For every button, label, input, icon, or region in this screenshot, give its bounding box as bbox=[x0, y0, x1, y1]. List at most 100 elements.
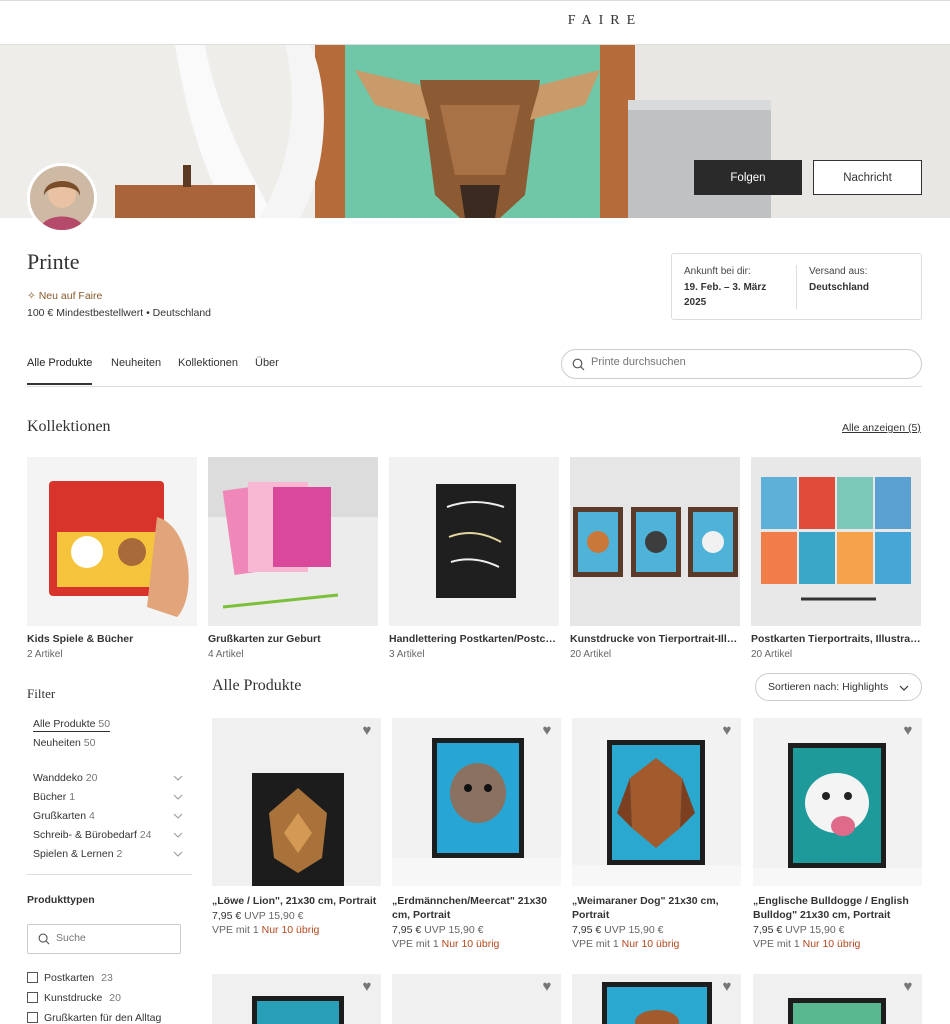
filter-new-arrivals[interactable]: Neuheiten 50 bbox=[33, 737, 95, 749]
checkbox[interactable] bbox=[27, 972, 38, 983]
product-image: ♥ bbox=[212, 718, 381, 886]
arrival-label: Ankunft bei dir: bbox=[684, 266, 751, 277]
product-image: ♥ bbox=[753, 974, 922, 1024]
show-all-collections-link[interactable]: Alle anzeigen (5) bbox=[842, 422, 921, 434]
product-name[interactable]: „Weimaraner Dog" 21x30 cm, Portrait bbox=[572, 894, 741, 922]
product-image: ♥ bbox=[753, 718, 922, 886]
chevron-down-icon bbox=[899, 685, 909, 691]
search-icon bbox=[572, 358, 585, 371]
collection-image bbox=[570, 457, 740, 626]
filter-all-products[interactable]: Alle Produkte 50 bbox=[33, 718, 111, 732]
shop-search[interactable] bbox=[561, 349, 922, 379]
collection-count: 20 Artikel bbox=[570, 649, 612, 660]
tab-all-products[interactable]: Alle Produkte bbox=[27, 357, 93, 385]
collection-name: Kunstdrucke von Tierportrait-Illu... bbox=[570, 633, 740, 645]
tab-about[interactable]: Über bbox=[255, 357, 279, 383]
product-image: ♥ bbox=[392, 718, 561, 886]
filter-category-grusskarten[interactable]: Grußkarten 4 bbox=[33, 810, 95, 822]
chevron-down-icon[interactable] bbox=[173, 849, 183, 859]
checkbox[interactable] bbox=[27, 992, 38, 1003]
product-name[interactable]: „Löwe / Lion", 21x30 cm, Portrait bbox=[212, 894, 381, 908]
search-input[interactable] bbox=[591, 356, 911, 368]
product-type-search-input[interactable] bbox=[56, 932, 171, 944]
collection-name: Kids Spiele & Bücher bbox=[27, 633, 134, 645]
checkbox[interactable] bbox=[27, 1012, 38, 1023]
search-icon bbox=[38, 933, 50, 945]
product-types-title: Produkttypen bbox=[27, 894, 95, 906]
product-card[interactable]: ♥ bbox=[212, 974, 381, 1024]
collection-card[interactable]: Kids Spiele & Bücher 2 Artikel bbox=[27, 457, 197, 660]
product-card[interactable]: ♥ „Löwe / Lion", 21x30 cm, Portrait 7,95… bbox=[212, 718, 381, 936]
collection-name: Grußkarten zur Geburt bbox=[208, 633, 321, 645]
product-card[interactable]: ♥ „Weimaraner Dog" 21x30 cm, Portrait 7,… bbox=[572, 718, 741, 950]
sparkle-icon: ✧ bbox=[27, 290, 39, 302]
new-on-faire-badge: ✧ Neu auf Faire bbox=[27, 290, 103, 302]
shop-avatar bbox=[27, 163, 97, 233]
ships-from-label: Versand aus: bbox=[809, 266, 868, 277]
sort-dropdown[interactable]: Sortieren nach: Highlights bbox=[755, 673, 922, 701]
favorite-heart-icon[interactable]: ♥ bbox=[359, 723, 375, 738]
collection-card[interactable]: Postkarten Tierportraits, Illustrat... 2… bbox=[751, 457, 921, 660]
product-image: ♥ bbox=[392, 974, 561, 1024]
favorite-heart-icon[interactable]: ♥ bbox=[539, 979, 555, 994]
filter-category-spielen[interactable]: Spielen & Lernen 2 bbox=[33, 848, 122, 860]
shop-name: Printe bbox=[27, 249, 80, 274]
favorite-heart-icon[interactable]: ♥ bbox=[900, 979, 916, 994]
collection-card[interactable]: Handlettering Postkarten/Postca... 3 Art… bbox=[389, 457, 559, 660]
chevron-down-icon[interactable] bbox=[173, 830, 183, 840]
product-image: ♥ bbox=[572, 718, 741, 886]
collection-name: Postkarten Tierportraits, Illustrat... bbox=[751, 633, 921, 645]
chevron-down-icon[interactable] bbox=[173, 773, 183, 783]
product-type-search[interactable] bbox=[27, 924, 181, 954]
favorite-heart-icon[interactable]: ♥ bbox=[719, 723, 735, 738]
product-stock-info: VPE mit 1 Nur 10 übrig bbox=[753, 938, 861, 950]
product-image: ♥ bbox=[212, 974, 381, 1024]
collections-title: Kollektionen bbox=[27, 418, 111, 435]
message-button[interactable]: Nachricht bbox=[813, 160, 922, 195]
tab-new-arrivals[interactable]: Neuheiten bbox=[111, 357, 161, 383]
product-card[interactable]: ♥ „Erdmännchen/Meercat" 21x30 cm, Portra… bbox=[392, 718, 561, 950]
checkbox-grusskarten-alltag[interactable]: Grußkarten für den Alltag bbox=[27, 1012, 161, 1024]
product-card[interactable]: ♥ „Englische Bulldogge / English Bulldog… bbox=[753, 718, 922, 950]
favorite-heart-icon[interactable]: ♥ bbox=[719, 979, 735, 994]
collection-card[interactable]: Kunstdrucke von Tierportrait-Illu... 20 … bbox=[570, 457, 740, 660]
product-stock-info: VPE mit 1 Nur 10 übrig bbox=[572, 938, 680, 950]
checkbox-kunstdrucke[interactable]: Kunstdrucke 20 bbox=[27, 992, 121, 1004]
favorite-heart-icon[interactable]: ♥ bbox=[900, 723, 916, 738]
collection-name: Handlettering Postkarten/Postca... bbox=[389, 633, 559, 645]
filter-category-schreibbedarf[interactable]: Schreib- & Bürobedarf 24 bbox=[33, 829, 152, 841]
top-bar: FAIRE bbox=[0, 0, 950, 45]
checkbox-postkarten[interactable]: Postkarten 23 bbox=[27, 972, 113, 984]
tab-collections[interactable]: Kollektionen bbox=[178, 357, 238, 383]
collection-image bbox=[208, 457, 378, 626]
favorite-heart-icon[interactable]: ♥ bbox=[359, 979, 375, 994]
filter-title: Filter bbox=[27, 686, 56, 701]
product-stock-info: VPE mit 1 Nur 10 übrig bbox=[212, 924, 320, 936]
shop-banner-image bbox=[0, 45, 950, 218]
all-products-title: Alle Produkte bbox=[212, 677, 302, 694]
product-name[interactable]: „Erdmännchen/Meercat" 21x30 cm, Portrait bbox=[392, 894, 561, 922]
follow-button[interactable]: Folgen bbox=[694, 160, 802, 195]
filter-divider bbox=[27, 874, 192, 875]
chevron-down-icon[interactable] bbox=[173, 792, 183, 802]
ships-from-value: Deutschland bbox=[809, 282, 870, 293]
filter-category-buecher[interactable]: Bücher 1 bbox=[33, 791, 75, 803]
product-card[interactable]: ♥ bbox=[392, 974, 561, 1024]
product-card[interactable]: ♥ bbox=[753, 974, 922, 1024]
faire-logo[interactable]: FAIRE bbox=[0, 13, 950, 29]
collection-count: 20 Artikel bbox=[751, 649, 793, 660]
product-stock-info: VPE mit 1 Nur 10 übrig bbox=[392, 938, 500, 950]
product-name[interactable]: „Englische Bulldogge / English Bulldog" … bbox=[753, 894, 922, 922]
filter-category-wanddeko[interactable]: Wanddeko 20 bbox=[33, 772, 97, 784]
collection-image bbox=[27, 457, 197, 626]
collection-image bbox=[751, 457, 921, 626]
product-card[interactable]: ♥ bbox=[572, 974, 741, 1024]
favorite-heart-icon[interactable]: ♥ bbox=[539, 723, 555, 738]
collection-image bbox=[389, 457, 559, 626]
product-image: ♥ bbox=[572, 974, 741, 1024]
product-price: 7,95 € UVP 15,90 € bbox=[572, 924, 664, 936]
shipping-divider bbox=[796, 265, 797, 309]
shipping-info-box: Ankunft bei dir: 19. Feb. – 3. März 2025… bbox=[671, 253, 922, 320]
collection-card[interactable]: Grußkarten zur Geburt 4 Artikel bbox=[208, 457, 378, 660]
chevron-down-icon[interactable] bbox=[173, 811, 183, 821]
